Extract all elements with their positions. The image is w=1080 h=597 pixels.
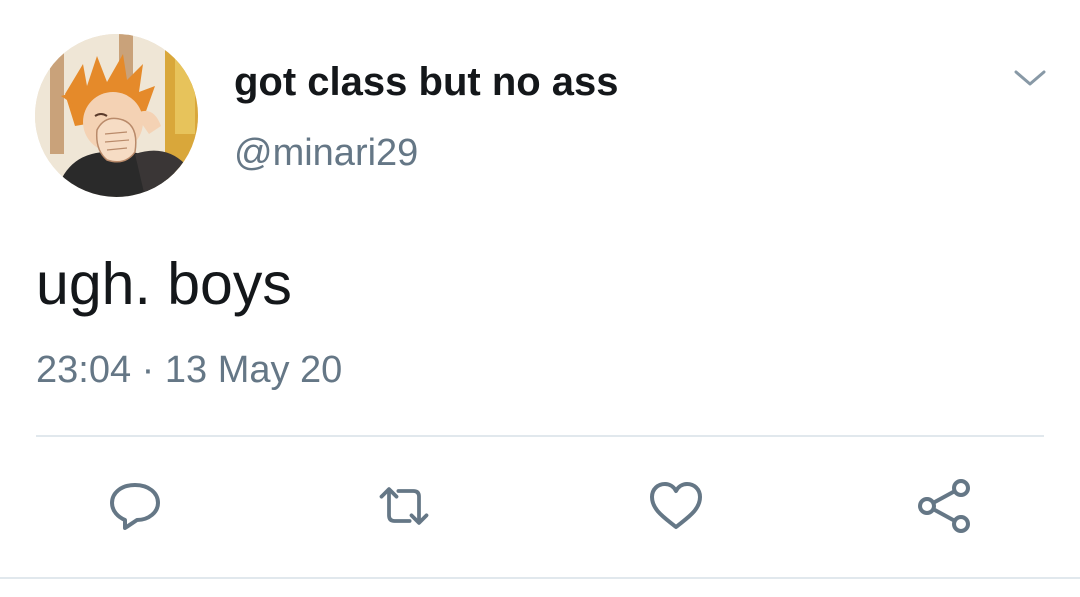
divider — [36, 435, 1044, 437]
share-icon — [918, 479, 970, 533]
tweet-time: 23:04 — [36, 349, 132, 391]
like-button[interactable] — [646, 478, 706, 534]
chevron-down-icon — [1014, 70, 1046, 86]
user-handle[interactable]: @minari29 — [234, 130, 418, 176]
tweet-timestamp[interactable]: 23:04 · 13 May 20 — [36, 346, 342, 394]
tweet-date: 13 May 20 — [164, 349, 343, 391]
reply-icon — [110, 483, 160, 530]
tweet-menu-button[interactable] — [1010, 62, 1050, 94]
tweet-text: ugh. boys — [36, 251, 292, 317]
timestamp-separator: · — [141, 349, 155, 391]
avatar[interactable] — [35, 34, 198, 197]
retweet-icon — [379, 487, 429, 525]
heart-icon — [650, 482, 702, 529]
avatar-image — [35, 34, 198, 197]
bottom-divider — [0, 577, 1080, 579]
retweet-button[interactable] — [374, 478, 434, 534]
display-name[interactable]: got class but no ass — [234, 58, 619, 106]
reply-button[interactable] — [105, 478, 165, 534]
share-button[interactable] — [915, 478, 975, 534]
